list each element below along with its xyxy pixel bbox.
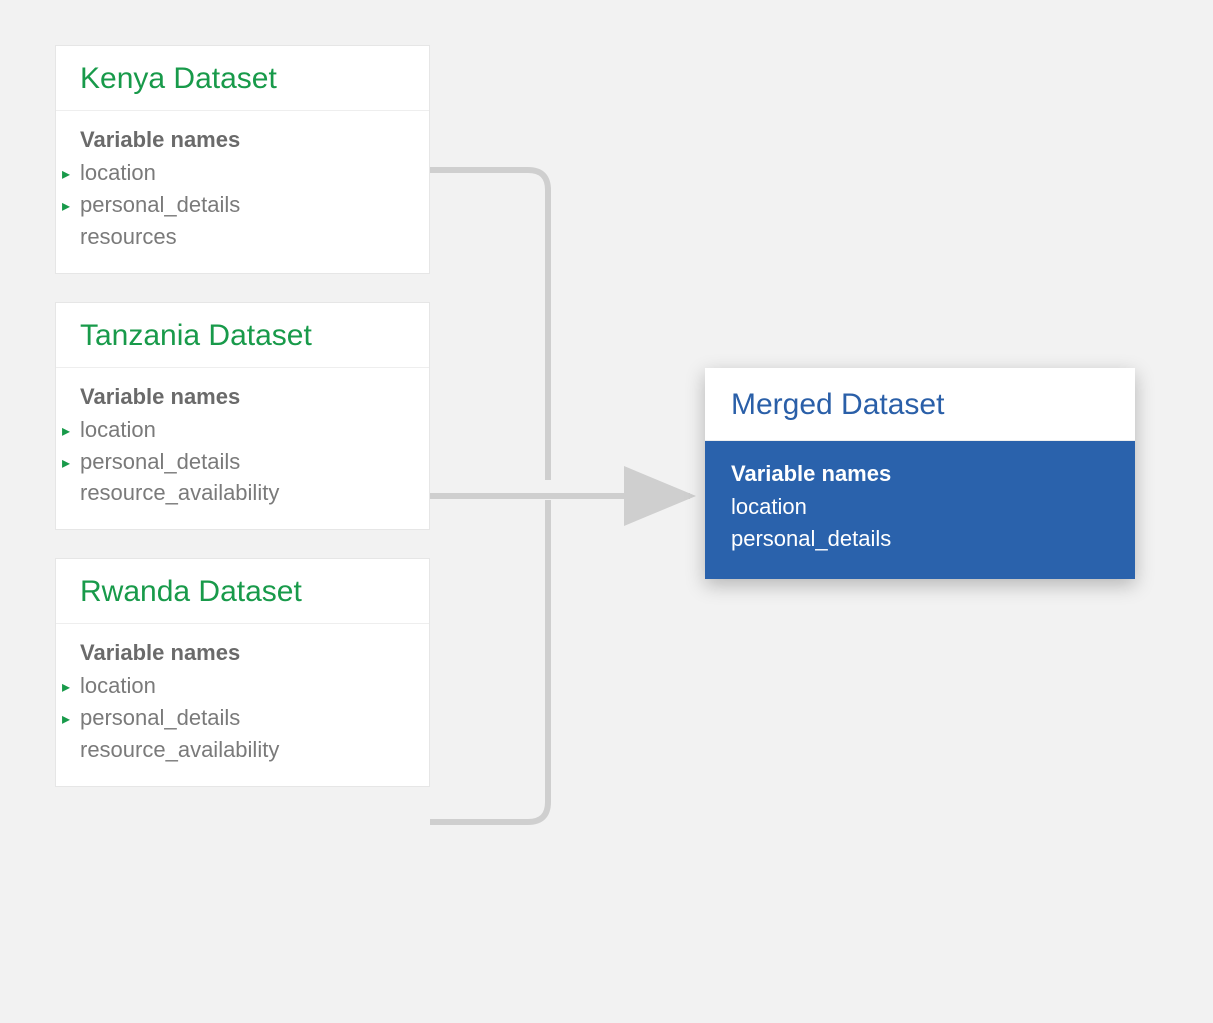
variable-name: personal_details xyxy=(80,449,240,474)
source-datasets-column: Kenya Dataset Variable names location pe… xyxy=(55,45,430,787)
variables-heading: Variable names xyxy=(80,384,405,410)
variable-name: location xyxy=(80,160,156,185)
variable-name: resource_availability xyxy=(80,737,279,762)
source-dataset-card: Kenya Dataset Variable names location pe… xyxy=(55,45,430,274)
variable-item: resources xyxy=(80,221,405,253)
card-header: Kenya Dataset xyxy=(56,46,429,111)
variables-heading: Variable names xyxy=(80,640,405,666)
variable-name: personal_details xyxy=(731,526,891,551)
card-body: Variable names location personal_details… xyxy=(56,111,429,273)
variables-heading: Variable names xyxy=(731,461,1109,487)
card-header: Merged Dataset xyxy=(705,368,1135,441)
card-body: Variable names location personal_details… xyxy=(56,368,429,530)
card-body: Variable names location personal_details… xyxy=(56,624,429,786)
variable-item: personal_details xyxy=(731,523,1109,555)
variable-item: location xyxy=(731,491,1109,523)
card-body: Variable names location personal_details xyxy=(705,441,1135,579)
card-title: Rwanda Dataset xyxy=(80,575,405,609)
card-title: Merged Dataset xyxy=(731,388,1109,422)
variable-name: location xyxy=(731,494,807,519)
source-dataset-card: Rwanda Dataset Variable names location p… xyxy=(55,558,430,787)
variable-name: resource_availability xyxy=(80,480,279,505)
variable-name: location xyxy=(80,417,156,442)
card-title: Tanzania Dataset xyxy=(80,319,405,353)
variable-item: resource_availability xyxy=(80,734,405,766)
variable-item: location xyxy=(80,670,405,702)
variable-item: location xyxy=(80,414,405,446)
merged-dataset-card: Merged Dataset Variable names location p… xyxy=(705,368,1135,579)
card-header: Rwanda Dataset xyxy=(56,559,429,624)
variable-name: location xyxy=(80,673,156,698)
variable-item: personal_details xyxy=(80,702,405,734)
variable-item: resource_availability xyxy=(80,477,405,509)
source-dataset-card: Tanzania Dataset Variable names location… xyxy=(55,302,430,531)
variable-item: personal_details xyxy=(80,189,405,221)
variable-item: personal_details xyxy=(80,446,405,478)
variable-name: personal_details xyxy=(80,705,240,730)
variable-name: personal_details xyxy=(80,192,240,217)
variable-item: location xyxy=(80,157,405,189)
variables-heading: Variable names xyxy=(80,127,405,153)
variable-name: resources xyxy=(80,224,177,249)
card-header: Tanzania Dataset xyxy=(56,303,429,368)
card-title: Kenya Dataset xyxy=(80,62,405,96)
